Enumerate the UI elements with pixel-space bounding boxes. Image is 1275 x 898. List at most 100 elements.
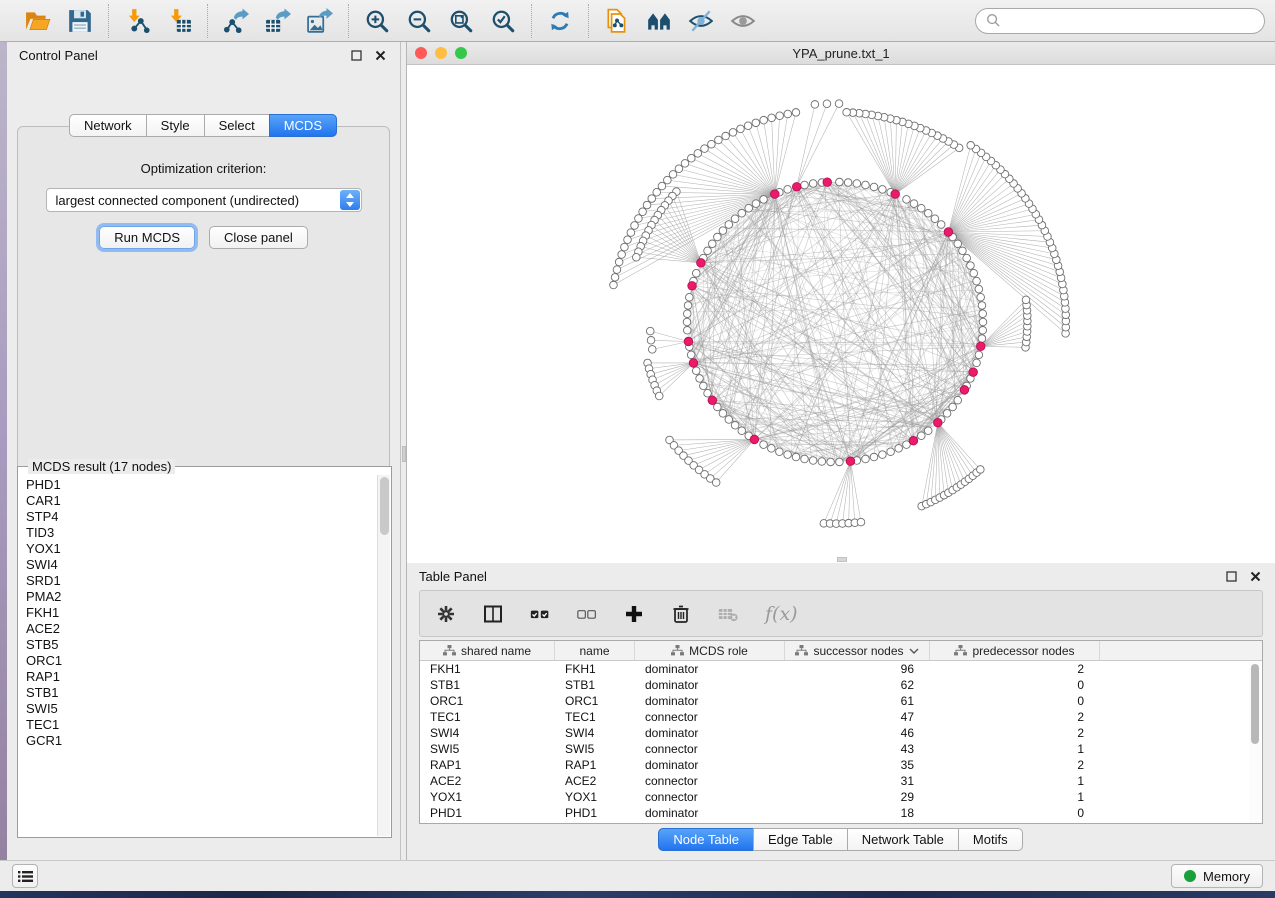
- network-mcds-node[interactable]: [823, 178, 832, 187]
- network-leaf-node[interactable]: [823, 100, 831, 108]
- network-node[interactable]: [959, 247, 967, 255]
- network-leaf-node[interactable]: [615, 258, 623, 266]
- network-leaf-node[interactable]: [669, 171, 677, 179]
- mcds-result-item[interactable]: ORC1: [26, 653, 377, 669]
- network-mcds-node[interactable]: [688, 281, 697, 290]
- network-node[interactable]: [784, 186, 792, 194]
- horizontal-splitter[interactable]: [407, 556, 1275, 563]
- network-mcds-node[interactable]: [771, 190, 780, 199]
- table-row[interactable]: RAP1RAP1dominator352: [420, 757, 1262, 773]
- tab-edge-table[interactable]: Edge Table: [753, 828, 848, 851]
- network-node[interactable]: [725, 416, 733, 424]
- network-node[interactable]: [970, 269, 978, 277]
- splitter-grip[interactable]: [402, 446, 406, 462]
- network-mcds-node[interactable]: [846, 457, 855, 466]
- network-mcds-node[interactable]: [909, 436, 918, 445]
- network-leaf-node[interactable]: [681, 160, 689, 168]
- first-neighbors-button[interactable]: [641, 4, 677, 38]
- table-row[interactable]: YOX1YOX1connector291: [420, 789, 1262, 805]
- network-mcds-node[interactable]: [934, 418, 943, 427]
- network-leaf-node[interactable]: [658, 182, 666, 190]
- new-network-from-selection-button[interactable]: [599, 4, 635, 38]
- network-node[interactable]: [977, 293, 985, 301]
- network-leaf-node[interactable]: [811, 101, 819, 109]
- network-node[interactable]: [887, 448, 895, 456]
- table-row[interactable]: SWI5SWI5connector431: [420, 741, 1262, 757]
- mcds-result-item[interactable]: RAP1: [26, 669, 377, 685]
- tab-select[interactable]: Select: [204, 114, 270, 137]
- mcds-result-item[interactable]: STP4: [26, 509, 377, 525]
- network-node[interactable]: [809, 180, 817, 188]
- mcds-result-item[interactable]: STB1: [26, 685, 377, 701]
- network-node[interactable]: [686, 293, 694, 301]
- column-header-successor-nodes[interactable]: successor nodes: [785, 641, 930, 660]
- table-row[interactable]: TEC1TEC1connector472: [420, 709, 1262, 725]
- search-field[interactable]: [975, 8, 1265, 34]
- function-builder-button[interactable]: f(x): [765, 603, 798, 625]
- network-leaf-node[interactable]: [664, 176, 672, 184]
- network-mcds-node[interactable]: [792, 182, 801, 191]
- network-node[interactable]: [844, 179, 852, 187]
- network-leaf-node[interactable]: [688, 154, 696, 162]
- network-leaf-node[interactable]: [635, 215, 643, 223]
- network-node[interactable]: [700, 382, 708, 390]
- network-leaf-node[interactable]: [631, 222, 639, 230]
- network-mcds-node[interactable]: [891, 190, 900, 199]
- mcds-result-item[interactable]: YOX1: [26, 541, 377, 557]
- zoom-fit-button[interactable]: [443, 4, 479, 38]
- network-leaf-node[interactable]: [977, 466, 985, 474]
- zoom-selected-button[interactable]: [485, 4, 521, 38]
- network-node[interactable]: [910, 200, 918, 208]
- network-leaf-node[interactable]: [627, 229, 635, 237]
- export-table-button[interactable]: [260, 4, 296, 38]
- network-node[interactable]: [978, 302, 986, 310]
- tab-style[interactable]: Style: [146, 114, 205, 137]
- network-node[interactable]: [973, 277, 981, 285]
- mcds-result-item[interactable]: GCR1: [26, 733, 377, 749]
- network-node[interactable]: [963, 254, 971, 262]
- network-node[interactable]: [862, 181, 870, 189]
- network-node[interactable]: [719, 227, 727, 235]
- network-node[interactable]: [719, 410, 727, 418]
- network-node[interactable]: [836, 178, 844, 186]
- vertical-splitter[interactable]: [400, 42, 407, 860]
- network-node[interactable]: [870, 183, 878, 191]
- network-leaf-node[interactable]: [632, 253, 640, 261]
- network-node[interactable]: [731, 421, 739, 429]
- network-node[interactable]: [978, 335, 986, 343]
- splitter-grip[interactable]: [837, 557, 847, 562]
- network-node[interactable]: [714, 233, 722, 241]
- hide-selection-button[interactable]: [683, 4, 719, 38]
- table-row[interactable]: SWI4SWI4dominator462: [420, 725, 1262, 741]
- network-node[interactable]: [687, 351, 695, 359]
- network-mcds-node[interactable]: [684, 337, 693, 346]
- network-leaf-node[interactable]: [712, 479, 720, 487]
- network-leaf-node[interactable]: [648, 195, 656, 203]
- network-node[interactable]: [924, 427, 932, 435]
- network-leaf-node[interactable]: [655, 392, 663, 400]
- export-network-button[interactable]: [218, 4, 254, 38]
- network-leaf-node[interactable]: [760, 116, 768, 124]
- mcds-result-item[interactable]: STB5: [26, 637, 377, 653]
- network-node[interactable]: [731, 215, 739, 223]
- network-leaf-node[interactable]: [729, 129, 737, 137]
- add-row-button[interactable]: [624, 604, 644, 624]
- network-leaf-node[interactable]: [618, 251, 626, 259]
- column-header-predecessor-nodes[interactable]: predecessor nodes: [930, 641, 1100, 660]
- network-leaf-node[interactable]: [784, 110, 792, 118]
- network-node[interactable]: [708, 240, 716, 248]
- network-leaf-node[interactable]: [715, 136, 723, 144]
- network-node[interactable]: [760, 196, 768, 204]
- export-image-button[interactable]: [302, 4, 338, 38]
- close-panel-button[interactable]: Close panel: [209, 226, 308, 249]
- network-node[interactable]: [879, 186, 887, 194]
- network-node[interactable]: [879, 451, 887, 459]
- network-mcds-node[interactable]: [969, 368, 978, 377]
- tab-network-table[interactable]: Network Table: [847, 828, 959, 851]
- network-node[interactable]: [760, 441, 768, 449]
- show-all-button[interactable]: [725, 4, 761, 38]
- mcds-result-item[interactable]: FKH1: [26, 605, 377, 621]
- network-node[interactable]: [696, 375, 704, 383]
- network-node[interactable]: [954, 396, 962, 404]
- network-node[interactable]: [738, 209, 746, 217]
